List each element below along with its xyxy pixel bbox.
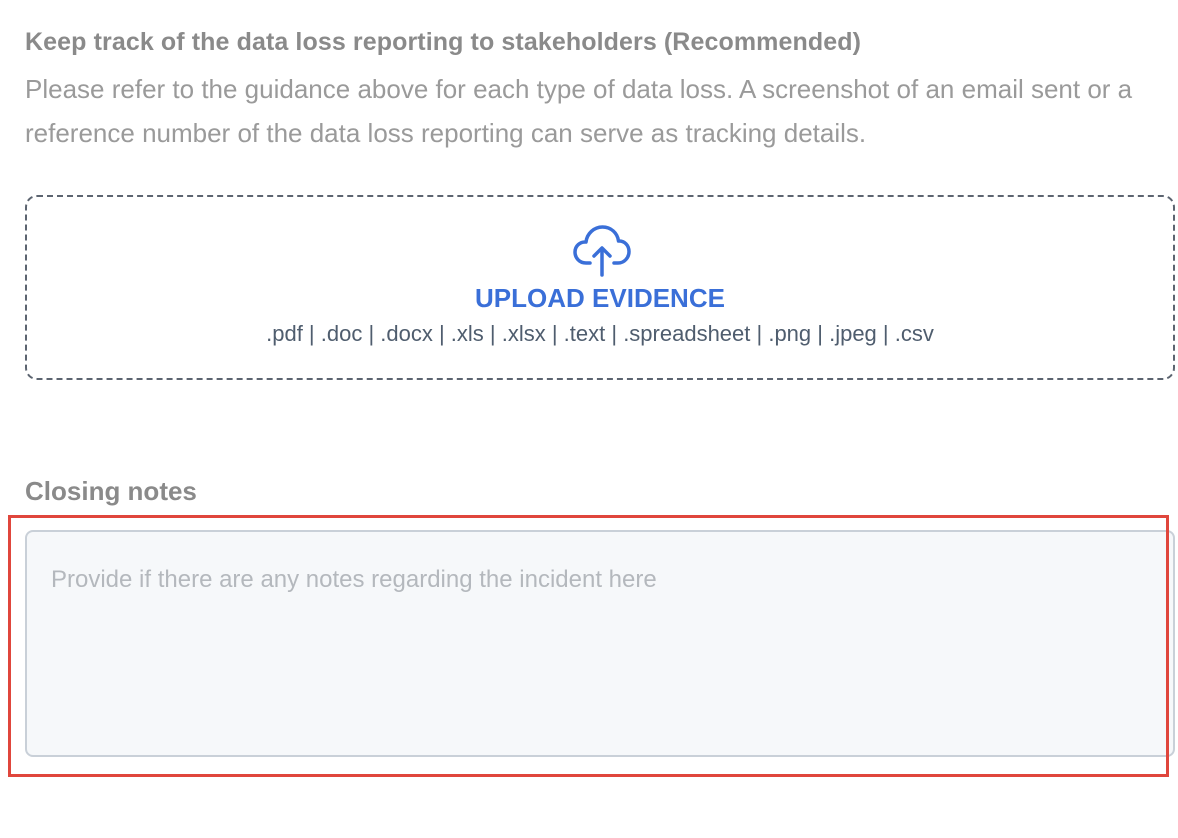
closing-notes-label: Closing notes xyxy=(25,476,197,506)
tracking-section-title: Keep track of the data loss reporting to… xyxy=(25,28,862,56)
tracking-section-description: Please refer to the guidance above for e… xyxy=(25,74,1133,148)
upload-evidence-dropzone[interactable]: UPLOAD EVIDENCE .pdf | .doc | .docx | .x… xyxy=(25,195,1175,380)
closing-notes-textarea[interactable] xyxy=(25,530,1175,757)
upload-evidence-label[interactable]: UPLOAD EVIDENCE xyxy=(27,283,1173,314)
accepted-file-formats: .pdf | .doc | .docx | .xls | .xlsx | .te… xyxy=(266,321,934,346)
cloud-upload-icon xyxy=(573,225,631,277)
